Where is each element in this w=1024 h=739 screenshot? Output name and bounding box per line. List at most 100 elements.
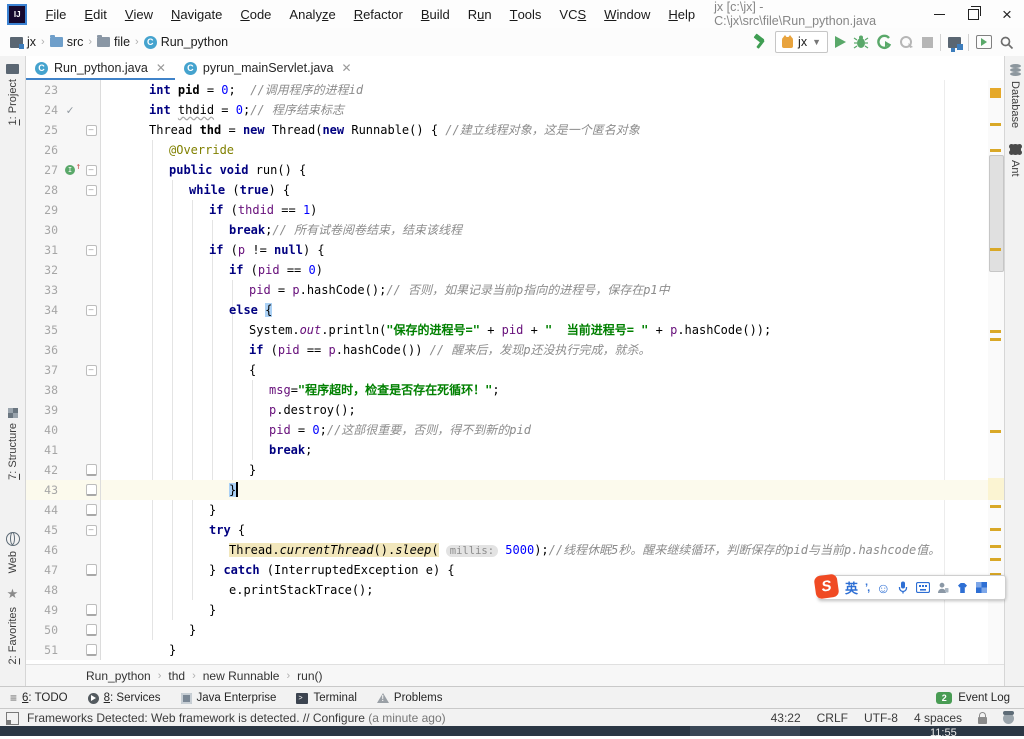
ime-skin-icon[interactable]	[956, 582, 969, 594]
line-number[interactable]: 41	[26, 440, 58, 460]
gutter[interactable]: 31–	[26, 240, 101, 260]
menu-edit[interactable]: Edit	[75, 0, 115, 28]
menu-navigate[interactable]: Navigate	[162, 0, 231, 28]
line-number[interactable]: 28	[26, 180, 58, 200]
coverage-icon[interactable]	[876, 34, 892, 50]
gutter[interactable]: 47	[26, 560, 101, 580]
toolwindow-problems[interactable]: Problems	[367, 687, 453, 709]
ime-toolbox-icon[interactable]	[976, 582, 987, 593]
gutter[interactable]: 42	[26, 460, 101, 480]
run-anything-icon[interactable]	[976, 35, 992, 49]
menu-code[interactable]: Code	[231, 0, 280, 28]
tool-button-database[interactable]: Database	[1005, 64, 1024, 128]
search-icon[interactable]	[999, 35, 1014, 50]
tool-button-structure[interactable]: 7: Structure	[0, 408, 25, 480]
line-number[interactable]: 26	[26, 140, 58, 160]
line-number[interactable]: 40	[26, 420, 58, 440]
close-icon[interactable]: ✕	[342, 61, 352, 75]
warning-stripe-mark[interactable]	[990, 558, 1001, 561]
menu-window[interactable]: Window	[595, 0, 659, 28]
run-config-select[interactable]: jx ▼	[775, 31, 828, 53]
line-number[interactable]: 37	[26, 360, 58, 380]
fold-open-icon[interactable]: –	[82, 305, 100, 316]
gutter[interactable]: 40	[26, 420, 101, 440]
status-message[interactable]: Frameworks Detected: Web framework is de…	[27, 711, 446, 725]
gutter[interactable]: 50	[26, 620, 101, 640]
tool-button-web[interactable]: Web	[0, 532, 25, 573]
line-number[interactable]: 45	[26, 520, 58, 540]
gutter[interactable]: 44	[26, 500, 101, 520]
gutter[interactable]: 29	[26, 200, 101, 220]
lock-icon[interactable]	[978, 717, 987, 724]
line-number[interactable]: 48	[26, 580, 58, 600]
warning-stripe-mark[interactable]	[990, 545, 1001, 548]
gutter[interactable]: 49	[26, 600, 101, 620]
line-number[interactable]: 23	[26, 80, 58, 100]
warning-stripe-mark[interactable]	[990, 123, 1001, 126]
sogou-logo-icon[interactable]: S	[814, 573, 840, 599]
gutter[interactable]: 33	[26, 280, 101, 300]
hector-inspections-icon[interactable]	[1003, 713, 1014, 724]
line-number[interactable]: 24	[26, 100, 58, 120]
menu-vcs[interactable]: VCS	[550, 0, 595, 28]
line-number[interactable]: 36	[26, 340, 58, 360]
ime-language-mode[interactable]: 英	[845, 578, 858, 597]
gutter[interactable]: 43	[26, 480, 101, 500]
gutter[interactable]: 23	[26, 80, 101, 100]
line-number[interactable]: 32	[26, 260, 58, 280]
gutter[interactable]: 45–	[26, 520, 101, 540]
menu-file[interactable]: File	[36, 0, 75, 28]
event-log-button[interactable]: 2 Event Log	[936, 692, 1024, 704]
gutter[interactable]: 48	[26, 580, 101, 600]
ime-handwriting-icon[interactable]	[937, 582, 949, 594]
fold-close-icon[interactable]	[82, 504, 100, 516]
line-number[interactable]: 51	[26, 640, 58, 660]
warning-stripe-mark[interactable]	[990, 330, 1001, 333]
restore-button[interactable]	[956, 0, 990, 28]
ime-keyboard-icon[interactable]	[916, 582, 930, 593]
menu-build[interactable]: Build	[412, 0, 459, 28]
gutter[interactable]: 32	[26, 260, 101, 280]
ime-microphone-icon[interactable]	[897, 581, 909, 594]
tool-button-ant[interactable]: Ant	[1005, 144, 1024, 177]
toolwindow-java-enterprise[interactable]: Java Enterprise	[171, 687, 287, 709]
fold-close-icon[interactable]	[82, 604, 100, 616]
breadcrumb-new-Runnable[interactable]: new Runnable	[203, 669, 280, 683]
project-structure-icon[interactable]	[948, 37, 961, 48]
breadcrumb-Run_python[interactable]: Run_python	[86, 669, 151, 683]
debug-bug-icon[interactable]	[853, 34, 869, 50]
toolwindow--todo[interactable]: ≡6: TODO	[0, 687, 78, 709]
line-number[interactable]: 29	[26, 200, 58, 220]
gutter[interactable]: 51	[26, 640, 101, 660]
gutter[interactable]: 30	[26, 220, 101, 240]
fold-close-icon[interactable]	[82, 484, 100, 496]
gutter[interactable]: 28–	[26, 180, 101, 200]
gutter[interactable]: 39	[26, 400, 101, 420]
minimize-button[interactable]	[922, 0, 956, 28]
fold-close-icon[interactable]	[82, 464, 100, 476]
gutter[interactable]: 34–	[26, 300, 101, 320]
warning-stripe-mark[interactable]	[990, 528, 1001, 531]
line-number[interactable]: 27	[26, 160, 58, 180]
tool-button-project[interactable]: 1: Project	[0, 64, 25, 125]
line-number[interactable]: 44	[26, 500, 58, 520]
tab-Run_python.java[interactable]: CRun_python.java✕	[26, 56, 175, 80]
close-icon[interactable]: ✕	[156, 61, 166, 75]
line-number[interactable]: 39	[26, 400, 58, 420]
gutter[interactable]: 36	[26, 340, 101, 360]
gutter[interactable]: 26	[26, 140, 101, 160]
breadcrumb-run-[interactable]: run()	[297, 669, 322, 683]
taskbar-button[interactable]	[690, 726, 800, 736]
build-hammer-icon[interactable]	[752, 34, 768, 50]
menu-refactor[interactable]: Refactor	[345, 0, 412, 28]
menu-run[interactable]: Run	[459, 0, 501, 28]
line-number[interactable]: 43	[26, 480, 58, 500]
indent-setting[interactable]: 4 spaces	[914, 711, 962, 725]
inspection-indicator-icon[interactable]	[990, 88, 1001, 98]
warning-stripe-mark[interactable]	[990, 248, 1001, 251]
line-number[interactable]: 50	[26, 620, 58, 640]
override-method-icon[interactable]: I	[58, 165, 82, 175]
menu-tools[interactable]: Tools	[501, 0, 551, 28]
line-separator[interactable]: CRLF	[817, 711, 848, 725]
gutter[interactable]: 41	[26, 440, 101, 460]
